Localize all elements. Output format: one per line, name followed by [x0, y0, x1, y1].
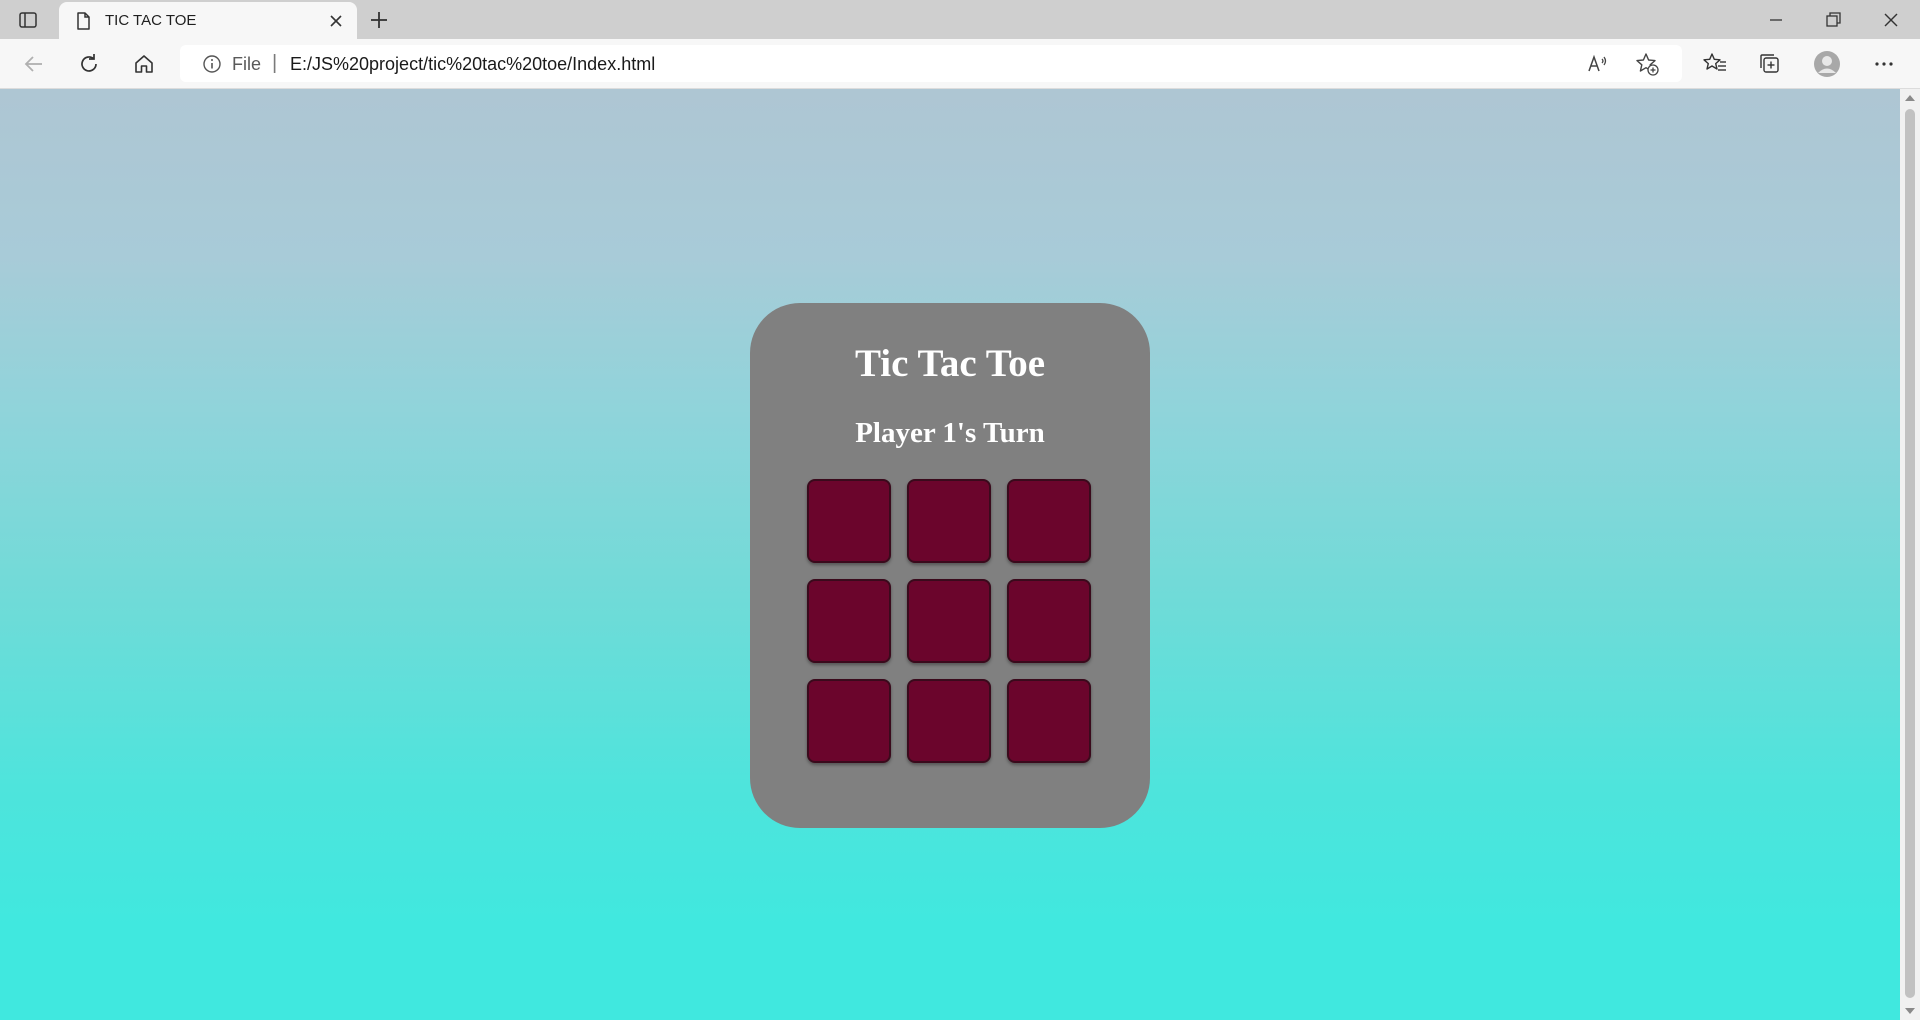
close-window-icon[interactable] [1877, 6, 1905, 34]
profile-avatar-icon[interactable] [1813, 50, 1841, 78]
tab-actions-icon[interactable] [16, 8, 40, 32]
info-icon[interactable] [202, 54, 222, 74]
document-icon [73, 11, 93, 31]
restore-icon[interactable] [1819, 6, 1847, 34]
board-cell[interactable] [1007, 579, 1091, 663]
scroll-down-arrow-icon[interactable] [1905, 1008, 1915, 1014]
back-icon[interactable] [20, 50, 48, 78]
board-cell[interactable] [807, 579, 891, 663]
url-scheme-label: File [232, 54, 262, 74]
board-cell[interactable] [807, 679, 891, 763]
favorites-icon[interactable] [1701, 50, 1729, 78]
close-tab-icon[interactable] [327, 12, 345, 30]
board-cell[interactable] [1007, 679, 1091, 763]
new-tab-icon[interactable] [366, 7, 392, 33]
turn-status: Player 1's Turn [855, 417, 1045, 449]
page-viewport: Tic Tac Toe Player 1's Turn [0, 89, 1900, 1020]
tab-title: TIC TAC TOE [105, 12, 197, 29]
browser-toolbar: File | E:/JS%20project/tic%20tac%20toe/I… [0, 39, 1920, 89]
read-aloud-icon[interactable] [1584, 51, 1610, 77]
vertical-scrollbar[interactable] [1900, 89, 1920, 1020]
minimize-icon[interactable] [1762, 6, 1790, 34]
address-bar[interactable]: File | E:/JS%20project/tic%20tac%20toe/I… [180, 45, 1682, 82]
game-board [807, 479, 1093, 765]
tab-strip: TIC TAC TOE [0, 0, 1920, 39]
board-cell[interactable] [907, 579, 991, 663]
url-separator: | [272, 52, 278, 74]
board-cell[interactable] [907, 479, 991, 563]
collections-icon[interactable] [1756, 50, 1784, 78]
board-cell[interactable] [807, 479, 891, 563]
more-options-icon[interactable] [1870, 50, 1898, 78]
add-favorite-icon[interactable] [1634, 51, 1660, 77]
home-icon[interactable] [130, 50, 158, 78]
scrollbar-thumb[interactable] [1905, 109, 1915, 998]
browser-window: TIC TAC TOE File | E:/JS%20project/tic%2… [0, 0, 1920, 1020]
url-text[interactable]: E:/JS%20project/tic%20tac%20toe/Index.ht… [290, 54, 655, 75]
scroll-up-arrow-icon[interactable] [1905, 95, 1915, 101]
refresh-icon[interactable] [75, 50, 103, 78]
board-cell[interactable] [1007, 479, 1091, 563]
game-container: Tic Tac Toe Player 1's Turn [750, 303, 1150, 828]
game-title: Tic Tac Toe [854, 342, 1046, 385]
board-cell[interactable] [907, 679, 991, 763]
active-tab[interactable]: TIC TAC TOE [59, 2, 357, 39]
